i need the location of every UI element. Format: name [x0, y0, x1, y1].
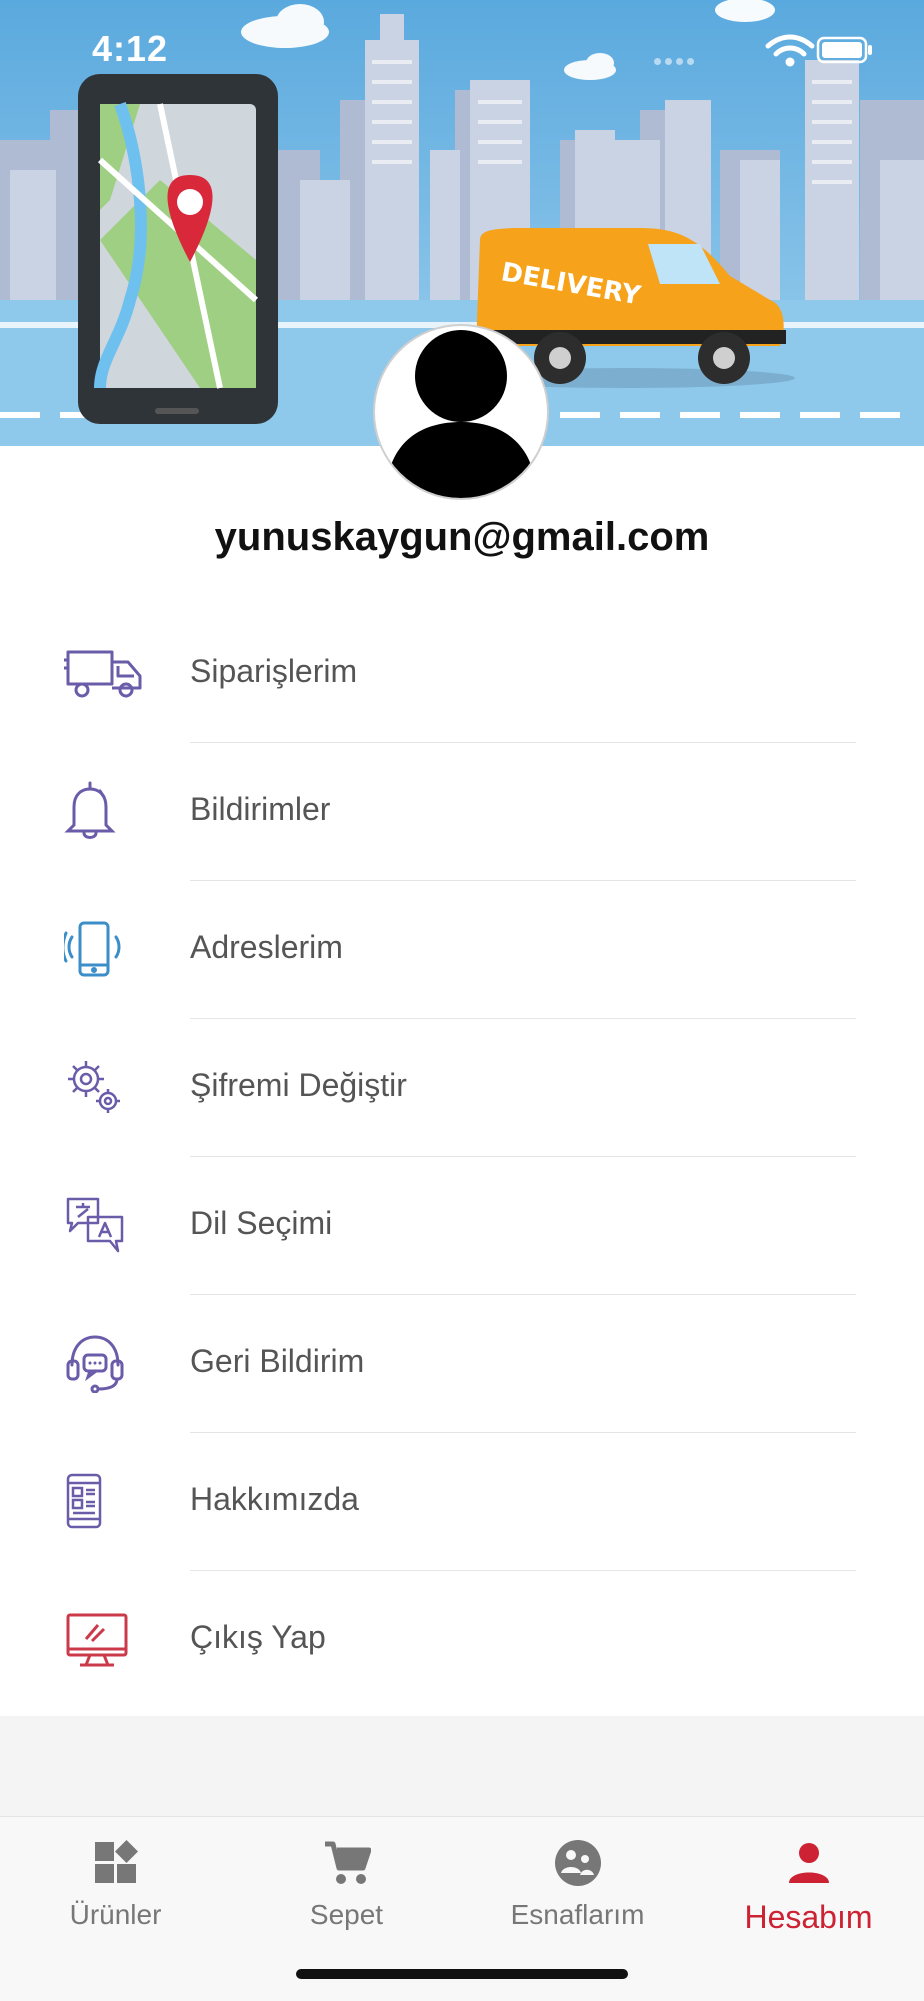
info-phone-icon — [64, 1468, 148, 1534]
phone-map-illustration — [78, 74, 278, 424]
menu-item-about[interactable]: Hakkımızda — [0, 1433, 924, 1571]
status-time: 4:12 — [92, 28, 169, 69]
menu-item-orders[interactable]: Siparişlerim — [0, 605, 924, 743]
wifi-icon — [765, 34, 815, 67]
tab-account[interactable]: Hesabım — [693, 1835, 924, 1936]
menu-label-notifications: Bildirimler — [190, 791, 331, 827]
tab-label: Ürünler — [69, 1899, 162, 1930]
tab-cart[interactable]: Sepet — [231, 1835, 462, 1931]
person-icon — [693, 1835, 924, 1891]
account-menu: Siparişlerim Bildirimler Adreslerim Şifr… — [0, 605, 924, 1709]
content-footer-spacer — [0, 1716, 924, 1816]
menu-item-logout[interactable]: Çıkış Yap — [0, 1571, 924, 1709]
cart-icon — [231, 1835, 462, 1891]
delivery-truck-icon — [64, 640, 148, 706]
tab-label: Sepet — [309, 1899, 384, 1930]
dashboard-icon — [0, 1835, 231, 1891]
menu-item-language[interactable]: Dil Seçimi — [0, 1157, 924, 1295]
status-icons — [654, 34, 874, 68]
tab-label: Hesabım — [744, 1899, 873, 1935]
tab-products[interactable]: Ürünler — [0, 1835, 231, 1931]
menu-label-logout: Çıkış Yap — [190, 1619, 326, 1655]
menu-label-about: Hakkımızda — [190, 1481, 359, 1517]
home-indicator[interactable] — [296, 1969, 628, 1979]
wifi-battery-icons — [765, 34, 872, 67]
avatar[interactable] — [373, 324, 549, 500]
tab-label: Esnaflarım — [510, 1899, 645, 1930]
menu-label-orders: Siparişlerim — [190, 653, 358, 689]
headset-icon — [64, 1330, 148, 1396]
menu-item-change-password[interactable]: Şifremi Değiştir — [0, 1019, 924, 1157]
menu-item-feedback[interactable]: Geri Bildirim — [0, 1295, 924, 1433]
menu-label-change-password: Şifremi Değiştir — [190, 1067, 407, 1103]
menu-label-language: Dil Seçimi — [190, 1205, 333, 1241]
signal-icon — [654, 52, 698, 70]
person-silhouette-icon — [385, 330, 537, 498]
tab-merchants[interactable]: Esnaflarım — [462, 1835, 693, 1931]
monitor-logout-icon — [64, 1606, 148, 1672]
menu-label-addresses: Adreslerim — [190, 929, 343, 965]
community-icon — [462, 1835, 693, 1891]
user-email: yunuskaygun@gmail.com — [214, 515, 710, 559]
gears-icon — [64, 1054, 148, 1120]
bell-icon — [64, 778, 148, 844]
menu-item-addresses[interactable]: Adreslerim — [0, 881, 924, 1019]
translate-icon — [64, 1192, 148, 1258]
menu-label-feedback: Geri Bildirim — [190, 1343, 365, 1379]
menu-item-notifications[interactable]: Bildirimler — [0, 743, 924, 881]
battery-icon — [816, 36, 872, 64]
phone-vibrate-icon — [64, 916, 148, 982]
